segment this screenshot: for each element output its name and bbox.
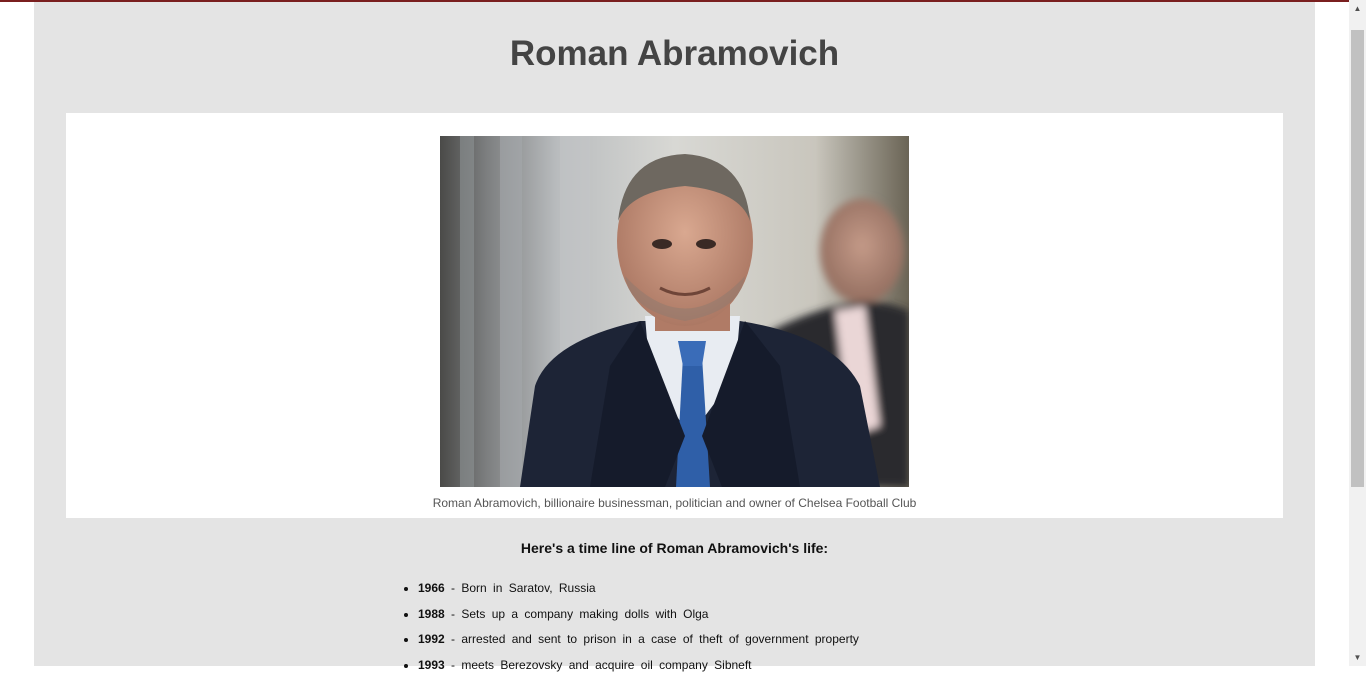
- timeline-text: - Born in Saratov, Russia: [445, 581, 596, 595]
- timeline-text: - Sets up a company making dolls with Ol…: [445, 607, 709, 621]
- timeline-year: 1993: [418, 658, 445, 672]
- timeline-text: - meets Berezovsky and acquire oil compa…: [445, 658, 752, 672]
- triangle-down-icon[interactable]: ▼: [1349, 649, 1366, 666]
- timeline-item: 1993 - meets Berezovsky and acquire oil …: [418, 655, 859, 680]
- timeline-year: 1992: [418, 632, 445, 646]
- triangle-up-icon[interactable]: ▲: [1349, 0, 1366, 17]
- photo-caption: Roman Abramovich, billionaire businessma…: [66, 496, 1283, 510]
- timeline-item: 1992 - arrested and sent to prison in a …: [418, 629, 859, 655]
- page-title: Roman Abramovich: [34, 34, 1315, 74]
- page-content: Roman Abramovich: [34, 2, 1315, 666]
- timeline-heading: Here's a time line of Roman Abramovich's…: [34, 540, 1315, 556]
- scrollbar-thumb[interactable]: [1351, 30, 1364, 487]
- vertical-scrollbar[interactable]: ▲ ▼: [1349, 0, 1366, 666]
- figure: Roman Abramovich, billionaire businessma…: [66, 113, 1283, 518]
- timeline-year: 1966: [418, 581, 445, 595]
- portrait-image: [440, 136, 909, 487]
- timeline-year: 1988: [418, 607, 445, 621]
- timeline-text: - arrested and sent to prison in a case …: [445, 632, 859, 646]
- portrait-photo: [440, 136, 909, 487]
- timeline-item: 1966 - Born in Saratov, Russia: [418, 578, 859, 604]
- timeline-item: 1988 - Sets up a company making dolls wi…: [418, 604, 859, 630]
- timeline-list: 1966 - Born in Saratov, Russia 1988 - Se…: [400, 578, 859, 680]
